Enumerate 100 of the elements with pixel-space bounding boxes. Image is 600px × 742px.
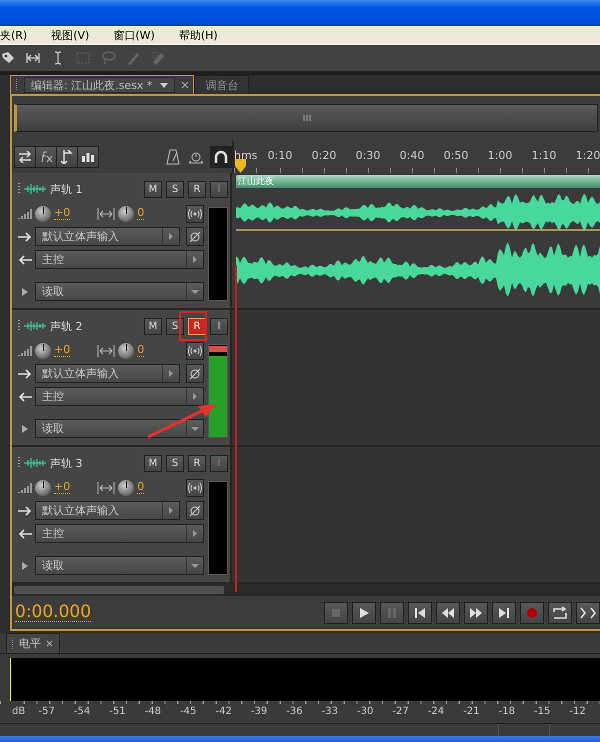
scale-label: -48 xyxy=(144,706,162,716)
grip-handle[interactable] xyxy=(18,320,20,332)
menu-item[interactable]: 视图(V) xyxy=(49,28,92,42)
fast-forward-button[interactable] xyxy=(464,602,488,624)
automation-dropdown[interactable]: 读取 xyxy=(35,556,204,575)
menu-item[interactable]: 夹(R) xyxy=(0,28,30,42)
eq-button[interactable] xyxy=(78,147,98,167)
scale-label: -54 xyxy=(72,706,92,716)
effects-button[interactable] xyxy=(36,147,57,167)
grip-icon xyxy=(11,638,14,650)
monitor-button[interactable] xyxy=(186,204,204,222)
grip-handle[interactable] xyxy=(18,183,20,195)
volume-icon xyxy=(18,344,32,356)
grip-icon xyxy=(15,79,18,91)
scale-label: -36 xyxy=(285,706,304,716)
bar-chart-icon xyxy=(82,152,94,162)
scale-label: -24 xyxy=(426,706,446,716)
dropdown-caret-icon[interactable] xyxy=(160,82,168,88)
scroll-thumb[interactable] xyxy=(14,586,224,594)
automation-dropdown[interactable]: 读取 xyxy=(35,419,204,438)
track-name[interactable]: 声轨 1 xyxy=(50,182,140,196)
phase-invert-button[interactable] xyxy=(186,364,204,383)
monitor-button[interactable] xyxy=(186,342,204,360)
time-label: 0:50 xyxy=(442,149,470,162)
broadcast-icon xyxy=(188,482,202,492)
sends-button[interactable] xyxy=(57,147,78,167)
loop-button[interactable] xyxy=(548,602,572,624)
clip-indicator xyxy=(209,346,227,352)
level-meter-tab[interactable]: 电平 xyxy=(6,633,60,653)
scale-label: -12 xyxy=(568,706,587,716)
playhead-handle[interactable] xyxy=(235,159,246,173)
record-arm-button[interactable]: R xyxy=(188,180,206,198)
record-arm-button[interactable]: R xyxy=(188,454,206,472)
rewind-button[interactable] xyxy=(436,602,460,624)
output-dropdown[interactable]: 主控 xyxy=(35,387,204,406)
time-display[interactable]: 0:00.000 xyxy=(15,603,92,622)
mixer-tab[interactable]: 调音台 xyxy=(194,75,250,94)
skip-to-start-button[interactable] xyxy=(408,602,432,624)
automation-dropdown[interactable]: 读取 xyxy=(35,282,204,301)
grip-handle[interactable] xyxy=(18,457,20,469)
volume-value[interactable]: +0 xyxy=(54,344,70,357)
phase-invert-icon xyxy=(189,504,202,516)
output-arrow-icon xyxy=(18,254,32,264)
time-label: 1:00 xyxy=(486,149,514,162)
swap-arrows-icon xyxy=(18,151,32,163)
close-icon[interactable] xyxy=(46,640,53,647)
record-arm-button[interactable]: R xyxy=(188,318,206,334)
output-arrow-icon xyxy=(18,528,32,538)
track-name[interactable]: 声轨 2 xyxy=(50,318,140,334)
pan-icon xyxy=(97,344,116,358)
volume-knob[interactable] xyxy=(35,342,51,358)
scale-label: -27 xyxy=(391,706,410,716)
mute-button[interactable]: M xyxy=(144,454,162,472)
volume-value[interactable]: +0 xyxy=(54,481,70,494)
swap-arrows-button[interactable] xyxy=(15,147,36,167)
time-label: 0:30 xyxy=(354,149,382,162)
menu-item[interactable]: 帮助(H) xyxy=(176,28,220,42)
input-dropdown[interactable]: 默认立体声输入 xyxy=(35,227,180,246)
output-dropdown[interactable]: 主控 xyxy=(35,250,204,269)
phase-invert-button[interactable] xyxy=(186,227,204,246)
skip-button[interactable] xyxy=(576,602,600,624)
tab-label[interactable]: 电平 xyxy=(19,636,41,651)
scale-label: -45 xyxy=(179,706,198,716)
monitor-button[interactable] xyxy=(186,478,204,496)
input-arrow-icon xyxy=(18,506,32,516)
pan-knob[interactable] xyxy=(118,342,134,358)
pan-value[interactable]: 0 xyxy=(137,344,144,357)
mute-button[interactable]: M xyxy=(144,318,162,334)
track-name[interactable]: 声轨 3 xyxy=(50,456,140,470)
volume-value[interactable]: +0 xyxy=(54,207,70,220)
branch-arrow-icon xyxy=(60,150,74,164)
editor-tab[interactable]: 编辑器: 江山此夜.sesx * xyxy=(10,75,194,94)
volume-knob[interactable] xyxy=(35,480,51,496)
skip-to-end-button[interactable] xyxy=(492,602,516,624)
pan-value[interactable]: 0 xyxy=(137,207,144,220)
time-label: 0:10 xyxy=(266,149,294,162)
phase-invert-button[interactable] xyxy=(186,501,204,520)
pan-knob[interactable] xyxy=(118,480,134,496)
play-button[interactable] xyxy=(352,602,376,624)
output-dropdown[interactable]: 主控 xyxy=(35,524,204,543)
close-icon[interactable] xyxy=(181,81,190,89)
mute-button[interactable]: M xyxy=(144,180,162,198)
pan-knob[interactable] xyxy=(118,206,134,222)
solo-button[interactable]: S xyxy=(166,180,184,198)
solo-button[interactable]: S xyxy=(166,454,184,472)
scale-label: -30 xyxy=(356,706,374,716)
input-monitor-button[interactable]: I xyxy=(210,318,228,334)
headphones-button[interactable] xyxy=(210,146,232,168)
input-dropdown[interactable]: 默认立体声输入 xyxy=(35,501,180,520)
scale-label: dB xyxy=(12,706,26,716)
input-dropdown[interactable]: 默认立体声输入 xyxy=(35,364,180,383)
pan-icon xyxy=(97,206,116,220)
pan-value[interactable]: 0 xyxy=(137,481,144,494)
time-selection-icon[interactable] xyxy=(25,50,41,66)
tag-icon[interactable] xyxy=(0,50,16,66)
scale-label: -42 xyxy=(214,706,233,716)
metronome-icon[interactable] xyxy=(166,149,180,165)
volume-knob[interactable] xyxy=(35,206,51,222)
phase-invert-icon xyxy=(189,368,202,380)
menu-item[interactable]: 窗口(W) xyxy=(111,28,157,42)
